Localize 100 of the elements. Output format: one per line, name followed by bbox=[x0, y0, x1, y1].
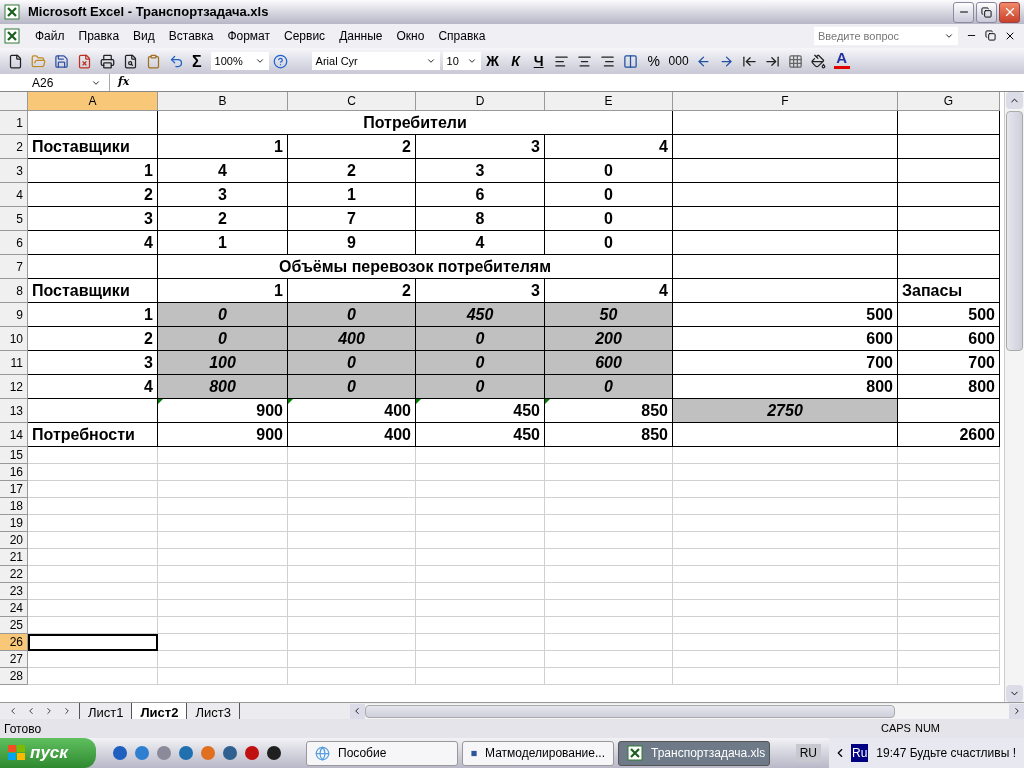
row-header[interactable]: 11 bbox=[0, 351, 28, 375]
table-cell: 4 bbox=[545, 279, 673, 303]
menu-item[interactable]: Данные bbox=[332, 27, 390, 45]
first-sheet-icon[interactable] bbox=[8, 706, 18, 716]
table-cell: 0 bbox=[545, 231, 673, 255]
menu-item[interactable]: Правка bbox=[71, 27, 127, 45]
row-header[interactable]: 17 bbox=[0, 481, 28, 498]
align-left-icon bbox=[554, 53, 570, 69]
table-cell: 3 bbox=[158, 183, 288, 207]
minimize-button[interactable] bbox=[953, 1, 974, 23]
align-center-icon bbox=[577, 53, 593, 69]
table-cell: 600 bbox=[898, 327, 1000, 351]
row-header[interactable]: 23 bbox=[0, 583, 28, 600]
menu-item[interactable]: Вставка bbox=[161, 27, 221, 45]
sheet-tab[interactable]: Лист2 bbox=[131, 702, 188, 720]
row-header[interactable]: 12 bbox=[0, 375, 28, 399]
row-header[interactable]: 20 bbox=[0, 532, 28, 549]
vertical-scrollbar[interactable] bbox=[1004, 92, 1024, 702]
row-header[interactable]: 14 bbox=[0, 423, 28, 447]
next-sheet-icon[interactable] bbox=[44, 706, 54, 716]
row-header[interactable]: 10 bbox=[0, 327, 28, 351]
row-header[interactable]: 19 bbox=[0, 515, 28, 532]
row-header[interactable]: 8 bbox=[0, 279, 28, 303]
italic-button[interactable]: К bbox=[504, 50, 527, 72]
row-header[interactable]: 27 bbox=[0, 651, 28, 668]
row-header[interactable]: 22 bbox=[0, 566, 28, 583]
menu-item[interactable]: Окно bbox=[389, 27, 432, 45]
active-cell[interactable] bbox=[28, 634, 158, 651]
menu-item[interactable]: Справка bbox=[431, 27, 493, 45]
row-header[interactable]: 6 bbox=[0, 231, 28, 255]
row-header[interactable]: 1 bbox=[0, 111, 28, 135]
font-color-button[interactable]: A bbox=[830, 50, 853, 72]
taskbar-button[interactable]: Матмоделирование... bbox=[462, 740, 614, 766]
table-cell: 900 bbox=[158, 423, 288, 447]
column-header[interactable]: E bbox=[545, 92, 673, 111]
row-header[interactable]: 28 bbox=[0, 668, 28, 685]
table-cell: 800 bbox=[898, 375, 1000, 399]
previous-sheet-icon[interactable] bbox=[26, 706, 36, 716]
globe-icon bbox=[315, 745, 330, 761]
status-text: Готово bbox=[4, 720, 42, 738]
column-header[interactable]: F bbox=[673, 92, 898, 111]
window-title: Microsoft Excel - Транспортзадача.xls bbox=[28, 3, 269, 22]
table-cell: 800 bbox=[158, 375, 288, 399]
table-cell: 0 bbox=[158, 303, 288, 327]
row-header[interactable]: 16 bbox=[0, 464, 28, 481]
table-cell: 0 bbox=[545, 159, 673, 183]
thousands-button[interactable]: 000 bbox=[665, 50, 692, 72]
table-cell: 500 bbox=[898, 303, 1000, 327]
column-header[interactable]: C bbox=[288, 92, 416, 111]
table-cell: 1 bbox=[288, 183, 416, 207]
column-header[interactable]: D bbox=[416, 92, 545, 111]
restore-icon[interactable] bbox=[985, 30, 996, 41]
table-cell: 7 bbox=[288, 207, 416, 231]
menu-item[interactable]: Файл bbox=[28, 27, 72, 45]
language-indicator[interactable]: RU bbox=[795, 744, 821, 762]
flag-icon bbox=[8, 745, 26, 761]
sum-button[interactable]: Σ bbox=[188, 50, 206, 72]
quick-launch-icon[interactable] bbox=[266, 745, 282, 761]
taskbar-button[interactable]: Пособие bbox=[306, 740, 458, 766]
row-header[interactable]: 13 bbox=[0, 399, 28, 423]
row-header[interactable]: 9 bbox=[0, 303, 28, 327]
row-header[interactable]: 21 bbox=[0, 549, 28, 566]
taskbar-button[interactable]: Транспортзадача.xls bbox=[618, 740, 770, 766]
column-header[interactable]: G bbox=[898, 92, 1000, 111]
last-sheet-icon[interactable] bbox=[62, 706, 72, 716]
name-box[interactable]: A26 bbox=[8, 73, 54, 92]
menu-item[interactable]: Сервис bbox=[277, 27, 333, 45]
bold-button[interactable]: Ж bbox=[481, 50, 504, 72]
row-header[interactable]: 5 bbox=[0, 207, 28, 231]
column-header[interactable]: B bbox=[158, 92, 288, 111]
horizontal-scrollbar[interactable] bbox=[349, 703, 1024, 719]
table-cell: Потребности bbox=[28, 423, 158, 447]
row-header[interactable]: 24 bbox=[0, 600, 28, 617]
row-header[interactable]: 26 bbox=[0, 634, 28, 651]
row-header[interactable]: 18 bbox=[0, 498, 28, 515]
undo-icon bbox=[168, 53, 184, 69]
table-cell: 2600 bbox=[898, 423, 1000, 447]
menu-item[interactable]: Формат bbox=[220, 27, 278, 45]
table-cell: 450 bbox=[416, 399, 545, 423]
table-cell: 0 bbox=[288, 303, 416, 327]
restore-icon bbox=[981, 6, 992, 18]
function-label[interactable]: fx bbox=[110, 74, 138, 91]
underline-button[interactable]: Ч bbox=[527, 50, 550, 72]
table-cell: 4 bbox=[545, 135, 673, 159]
table-cell: 3 bbox=[28, 207, 158, 231]
close-icon[interactable] bbox=[1004, 30, 1016, 42]
row-header[interactable]: 15 bbox=[0, 447, 28, 464]
table-cell: 2 bbox=[158, 207, 288, 231]
row-header[interactable]: 2 bbox=[0, 135, 28, 159]
row-header[interactable]: 25 bbox=[0, 617, 28, 634]
ime-indicator[interactable]: Ru bbox=[851, 744, 869, 762]
table-cell: 100 bbox=[158, 351, 288, 375]
percent-button[interactable]: % bbox=[642, 50, 665, 72]
restore-button[interactable] bbox=[976, 1, 997, 23]
column-header[interactable]: A bbox=[28, 92, 158, 111]
menu-item[interactable]: Вид bbox=[126, 27, 162, 45]
close-button[interactable] bbox=[999, 1, 1020, 23]
row-header[interactable]: 3 bbox=[0, 159, 28, 183]
row-header[interactable]: 4 bbox=[0, 183, 28, 207]
row-header[interactable]: 7 bbox=[0, 255, 28, 279]
